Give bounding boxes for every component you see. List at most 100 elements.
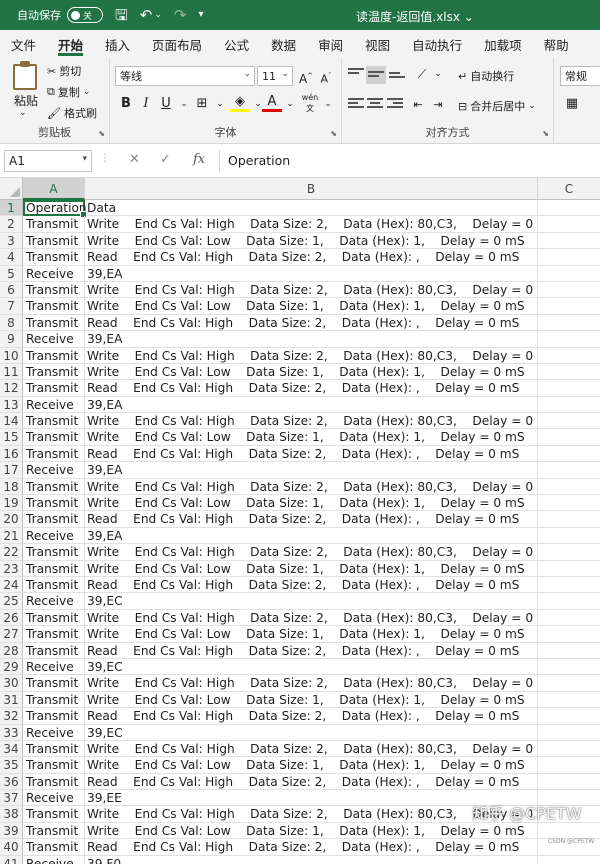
tab-view[interactable]: 视图: [354, 30, 401, 58]
cell-a[interactable]: Receive: [23, 658, 85, 676]
cell-c[interactable]: [538, 757, 600, 774]
cell-c[interactable]: [538, 298, 600, 315]
tab-formulas[interactable]: 公式: [213, 30, 260, 58]
cell-b[interactable]: Write End Cs Val: Low Data Size: 1, Data…: [85, 822, 538, 840]
cell-b[interactable]: 39,EA: [85, 396, 538, 414]
phonetic-dropdown-icon[interactable]: ⌄: [318, 94, 338, 114]
cell-b[interactable]: Read End Cs Val: High Data Size: 2, Data…: [85, 249, 538, 266]
cell-c[interactable]: [538, 331, 600, 348]
cell-b[interactable]: 39,EC: [85, 658, 538, 676]
row-header[interactable]: 11: [0, 363, 23, 381]
cell-a[interactable]: Receive: [23, 331, 85, 348]
cell-c[interactable]: [538, 233, 600, 250]
cell-b[interactable]: Read End Cs Val: High Data Size: 2, Data…: [85, 642, 538, 659]
cell-a[interactable]: Transmit: [23, 495, 85, 512]
cell-b[interactable]: Write End Cs Val: High Data Size: 2, Dat…: [85, 347, 538, 364]
cell-a[interactable]: Receive: [23, 593, 85, 610]
cell-a[interactable]: Transmit: [23, 347, 85, 364]
cell-c[interactable]: [538, 397, 600, 414]
cell-b[interactable]: Write End Cs Val: Low Data Size: 1, Data…: [85, 232, 538, 250]
row-header[interactable]: 3: [0, 232, 23, 250]
align-center-icon[interactable]: [367, 98, 383, 112]
cell-c[interactable]: [538, 626, 600, 643]
row-header[interactable]: 37: [0, 790, 23, 807]
row-header[interactable]: 19: [0, 495, 23, 512]
cell-b[interactable]: Read End Cs Val: High Data Size: 2, Data…: [85, 511, 538, 528]
cell-a[interactable]: Transmit: [23, 216, 85, 233]
cell-b[interactable]: 39,EC: [85, 724, 538, 741]
cell-a[interactable]: Transmit: [23, 445, 85, 463]
row-header[interactable]: 29: [0, 658, 23, 676]
cell-b[interactable]: 39,EC: [85, 593, 538, 610]
clipboard-launcher-icon[interactable]: ⬊: [98, 129, 105, 138]
cell-c[interactable]: [538, 659, 600, 676]
tab-home[interactable]: 开始: [47, 30, 94, 58]
row-header[interactable]: 21: [0, 527, 23, 545]
tab-add-ins[interactable]: 加载项: [473, 30, 533, 58]
cell-c[interactable]: [538, 544, 600, 561]
row-header[interactable]: 25: [0, 593, 23, 610]
decrease-font-size-icon[interactable]: Aˇ: [316, 66, 336, 86]
row-header[interactable]: 5: [0, 265, 23, 282]
row-header[interactable]: 38: [0, 806, 23, 823]
row-header[interactable]: 32: [0, 708, 23, 725]
cell-a[interactable]: Receive: [23, 855, 85, 864]
bottom-align-icon[interactable]: [389, 68, 405, 82]
cell-a[interactable]: Transmit: [23, 609, 85, 627]
row-header[interactable]: 20: [0, 511, 23, 528]
cell-c[interactable]: [538, 577, 600, 594]
row-header[interactable]: 26: [0, 609, 23, 627]
cell-c[interactable]: [538, 266, 600, 282]
cell-c[interactable]: [538, 429, 600, 446]
cell-a[interactable]: Transmit: [23, 429, 85, 446]
bold-icon[interactable]: B: [116, 94, 136, 114]
cell-a[interactable]: Receive: [23, 790, 85, 807]
cell-b[interactable]: Write End Cs Val: High Data Size: 2, Dat…: [85, 544, 538, 561]
row-header[interactable]: 18: [0, 478, 23, 496]
cell-a[interactable]: Transmit: [23, 822, 85, 840]
cell-b[interactable]: Read End Cs Val: High Data Size: 2, Data…: [85, 708, 538, 725]
font-launcher-icon[interactable]: ⬊: [330, 129, 337, 138]
copy-button[interactable]: ⧉ 复制 ⌄: [47, 84, 90, 100]
cell-b[interactable]: Read End Cs Val: High Data Size: 2, Data…: [85, 380, 538, 397]
cell-a[interactable]: Transmit: [23, 314, 85, 332]
cell-c[interactable]: [538, 495, 600, 512]
cell-c[interactable]: [538, 200, 600, 217]
cell-c[interactable]: [538, 856, 600, 864]
cell-c[interactable]: [538, 446, 600, 463]
cell-c[interactable]: [538, 511, 600, 528]
borders-dropdown-icon[interactable]: ⌄: [210, 94, 230, 114]
cell-c[interactable]: [538, 364, 600, 381]
paste-icon[interactable]: [13, 61, 37, 90]
borders-icon[interactable]: ⊞: [192, 94, 212, 114]
cell-c[interactable]: [538, 462, 600, 479]
cell-c[interactable]: [538, 348, 600, 364]
cell-a[interactable]: Transmit: [23, 773, 85, 791]
cell-b[interactable]: Write End Cs Val: High Data Size: 2, Dat…: [85, 609, 538, 627]
phonetic-guide-icon[interactable]: wén 文: [300, 92, 320, 113]
cell-b[interactable]: Read End Cs Val: High Data Size: 2, Data…: [85, 773, 538, 791]
cancel-icon[interactable]: ✕: [129, 152, 140, 167]
format-painter-button[interactable]: 🖌 格式刷: [47, 105, 97, 121]
decrease-indent-icon[interactable]: ⇤: [408, 95, 428, 115]
select-all-button[interactable]: [0, 178, 23, 200]
cell-b[interactable]: Write End Cs Val: High Data Size: 2, Dat…: [85, 281, 538, 299]
tab-data[interactable]: 数据: [260, 30, 307, 58]
cell-a[interactable]: Transmit: [23, 626, 85, 643]
cell-a[interactable]: Transmit: [23, 380, 85, 397]
row-header[interactable]: 24: [0, 576, 23, 594]
cell-a[interactable]: Transmit: [23, 232, 85, 250]
cell-a[interactable]: Transmit: [23, 757, 85, 774]
increase-indent-icon[interactable]: ⇥: [428, 95, 448, 115]
row-header[interactable]: 27: [0, 626, 23, 643]
cell-a[interactable]: Transmit: [23, 642, 85, 659]
column-header-c[interactable]: C: [538, 178, 600, 200]
cell-a[interactable]: Transmit: [23, 363, 85, 381]
row-header[interactable]: 28: [0, 642, 23, 659]
cell-b[interactable]: Write End Cs Val: High Data Size: 2, Dat…: [85, 413, 538, 430]
cell-b[interactable]: Read End Cs Val: High Data Size: 2, Data…: [85, 314, 538, 332]
cell-a[interactable]: Transmit: [23, 298, 85, 315]
cell-b[interactable]: Write End Cs Val: Low Data Size: 1, Data…: [85, 429, 538, 446]
row-header[interactable]: 40: [0, 839, 23, 856]
cell-c[interactable]: [538, 692, 600, 709]
